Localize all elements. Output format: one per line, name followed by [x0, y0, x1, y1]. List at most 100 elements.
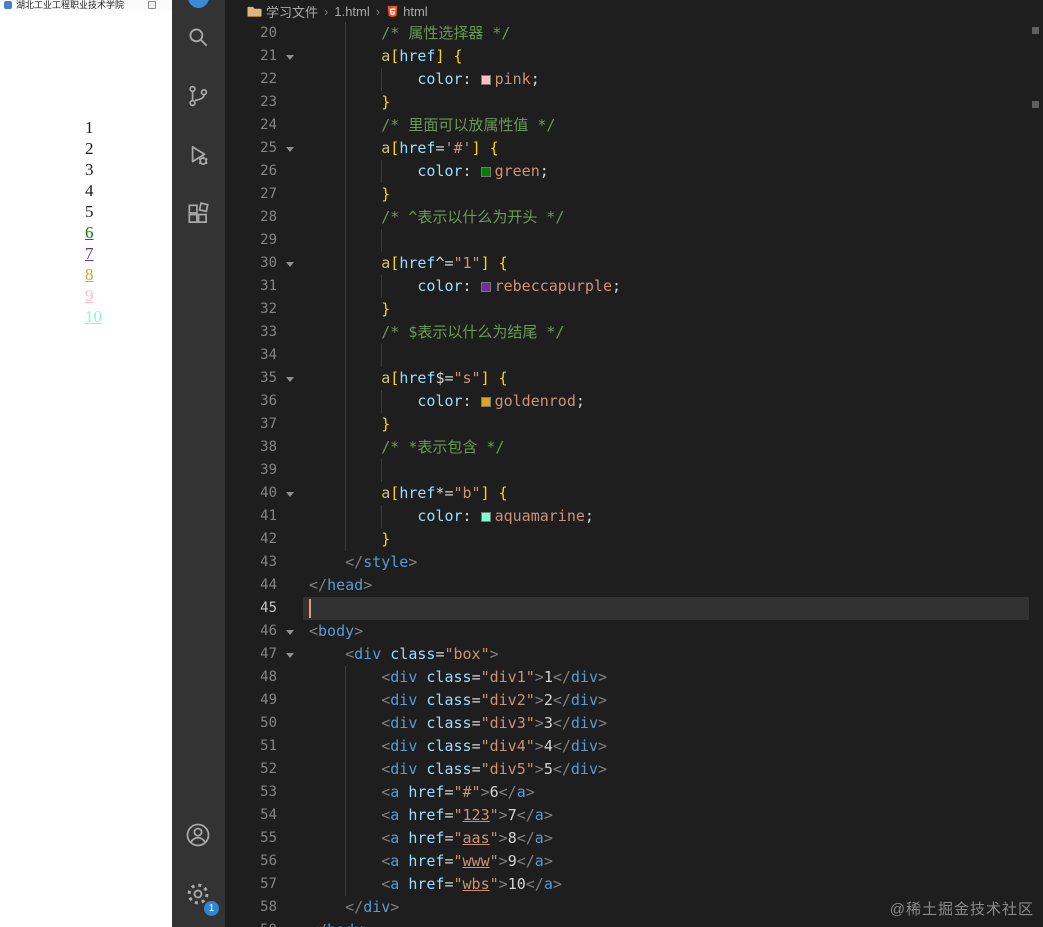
code-line[interactable]: 43 </style> [225, 551, 1043, 574]
code-line[interactable]: 46 <body> [225, 620, 1043, 643]
code-text[interactable]: <div class="div3">3</div> [303, 712, 1029, 735]
code-line[interactable]: 26 color: green; [225, 160, 1043, 183]
code-line[interactable]: 27 } [225, 183, 1043, 206]
source-control-button[interactable] [174, 72, 222, 120]
tab-action-icon[interactable] [148, 1, 156, 9]
breadcrumb-folder[interactable]: 学习文件 [247, 2, 318, 21]
code-text[interactable]: <a href="www">9</a> [303, 850, 1029, 873]
code-line[interactable]: 34 [225, 344, 1043, 367]
code-text[interactable]: /* ^表示以什么为开头 */ [303, 206, 1029, 229]
code-line[interactable]: 29 [225, 229, 1043, 252]
search-button[interactable] [174, 13, 222, 61]
code-text[interactable]: } [303, 183, 1029, 206]
code-line[interactable]: 36 color: goldenrod; [225, 390, 1043, 413]
fold-chevron-icon[interactable] [277, 620, 303, 643]
code-line[interactable]: 51 <div class="div4">4</div> [225, 735, 1043, 758]
code-text[interactable]: <div class="box"> [303, 643, 1029, 666]
code-line[interactable]: 39 [225, 459, 1043, 482]
code-text[interactable]: </body> [303, 919, 1029, 927]
code-text[interactable]: <div class="div2">2</div> [303, 689, 1029, 712]
code-text[interactable]: /* 属性选择器 */ [303, 22, 1029, 45]
fold-chevron-icon[interactable] [277, 482, 303, 505]
code-text[interactable]: a[href='#'] { [303, 137, 1029, 160]
breadcrumb-symbol[interactable]: html [386, 4, 428, 19]
code-line[interactable]: 20 /* 属性选择器 */ [225, 22, 1043, 45]
account-button[interactable] [174, 811, 222, 859]
code-line[interactable]: 50 <div class="div3">3</div> [225, 712, 1043, 735]
code-line[interactable]: 23 } [225, 91, 1043, 114]
code-text[interactable]: <a href="#">6</a> [303, 781, 1029, 804]
code-text[interactable]: color: green; [303, 160, 1029, 183]
code-text[interactable]: </style> [303, 551, 1029, 574]
code-text[interactable]: color: rebeccapurple; [303, 275, 1029, 298]
extensions-button[interactable] [174, 190, 222, 238]
code-line[interactable]: 37 } [225, 413, 1043, 436]
code-editor[interactable]: 20 /* 属性选择器 */21 a[href] {22 color: pink… [225, 22, 1043, 927]
code-line[interactable]: 54 <a href="123">7</a> [225, 804, 1043, 827]
code-text[interactable]: <div class="div1">1</div> [303, 666, 1029, 689]
preview-link[interactable]: 8 [85, 264, 102, 285]
code-line[interactable]: 35 a[href$="s"] { [225, 367, 1043, 390]
code-line[interactable]: 48 <div class="div1">1</div> [225, 666, 1043, 689]
code-text[interactable]: a[href$="s"] { [303, 367, 1029, 390]
color-swatch[interactable] [480, 75, 491, 85]
code-line[interactable]: 32 } [225, 298, 1043, 321]
code-line[interactable]: 59 </body> [225, 919, 1043, 927]
code-text[interactable]: /* 里面可以放属性值 */ [303, 114, 1029, 137]
color-swatch[interactable] [480, 167, 491, 177]
code-text[interactable]: </head> [303, 574, 1029, 597]
code-text[interactable]: color: aquamarine; [303, 505, 1029, 528]
code-text[interactable]: <body> [303, 620, 1029, 643]
code-text[interactable]: <div class="div4">4</div> [303, 735, 1029, 758]
code-line[interactable]: 30 a[href^="1"] { [225, 252, 1043, 275]
fold-chevron-icon[interactable] [277, 45, 303, 68]
code-line[interactable]: 47 <div class="box"> [225, 643, 1043, 666]
fold-chevron-icon[interactable] [277, 252, 303, 275]
code-line[interactable]: 41 color: aquamarine; [225, 505, 1043, 528]
code-text[interactable]: <a href="123">7</a> [303, 804, 1029, 827]
code-line[interactable]: 40 a[href*="b"] { [225, 482, 1043, 505]
code-text[interactable] [303, 459, 1029, 482]
code-text[interactable]: color: goldenrod; [303, 390, 1029, 413]
code-text[interactable]: a[href*="b"] { [303, 482, 1029, 505]
code-line[interactable]: 57 <a href="wbs">10</a> [225, 873, 1043, 896]
code-line[interactable]: 42 } [225, 528, 1043, 551]
code-text[interactable] [303, 229, 1029, 252]
code-line[interactable]: 55 <a href="aas">8</a> [225, 827, 1043, 850]
preview-link[interactable]: 10 [85, 306, 102, 327]
breadcrumb-file[interactable]: 1.html [334, 4, 369, 19]
code-line[interactable]: 52 <div class="div5">5</div> [225, 758, 1043, 781]
fold-chevron-icon[interactable] [277, 137, 303, 160]
code-line[interactable]: 21 a[href] { [225, 45, 1043, 68]
code-text[interactable]: /* *表示包含 */ [303, 436, 1029, 459]
code-line[interactable]: 45 [225, 597, 1043, 620]
code-line[interactable]: 38 /* *表示包含 */ [225, 436, 1043, 459]
code-text[interactable]: <a href="wbs">10</a> [303, 873, 1029, 896]
browser-tab-title[interactable]: 湖北工业工程职业技术学院 [16, 0, 142, 11]
color-swatch[interactable] [480, 397, 491, 407]
preview-link[interactable]: 7 [85, 243, 102, 264]
code-line[interactable]: 49 <div class="div2">2</div> [225, 689, 1043, 712]
browser-tab-bar[interactable]: 湖北工业工程职业技术学院 [0, 0, 172, 11]
code-line[interactable]: 53 <a href="#">6</a> [225, 781, 1043, 804]
code-line[interactable]: 22 color: pink; [225, 68, 1043, 91]
code-line[interactable]: 56 <a href="www">9</a> [225, 850, 1043, 873]
code-text[interactable]: } [303, 298, 1029, 321]
code-line[interactable]: 44 </head> [225, 574, 1043, 597]
code-line[interactable]: 28 /* ^表示以什么为开头 */ [225, 206, 1043, 229]
fold-chevron-icon[interactable] [277, 367, 303, 390]
settings-button[interactable]: 1 [174, 870, 222, 918]
code-line[interactable]: 25 a[href='#'] { [225, 137, 1043, 160]
code-line[interactable]: 24 /* 里面可以放属性值 */ [225, 114, 1043, 137]
code-text[interactable]: color: pink; [303, 68, 1029, 91]
code-text[interactable] [303, 344, 1029, 367]
code-text[interactable] [303, 597, 1029, 620]
code-line[interactable]: 33 /* $表示以什么为结尾 */ [225, 321, 1043, 344]
code-text[interactable]: } [303, 528, 1029, 551]
color-swatch[interactable] [480, 512, 491, 522]
code-text[interactable]: /* $表示以什么为结尾 */ [303, 321, 1029, 344]
code-text[interactable]: <div class="div5">5</div> [303, 758, 1029, 781]
color-swatch[interactable] [480, 282, 491, 292]
preview-link[interactable]: 9 [85, 285, 102, 306]
code-text[interactable]: } [303, 413, 1029, 436]
